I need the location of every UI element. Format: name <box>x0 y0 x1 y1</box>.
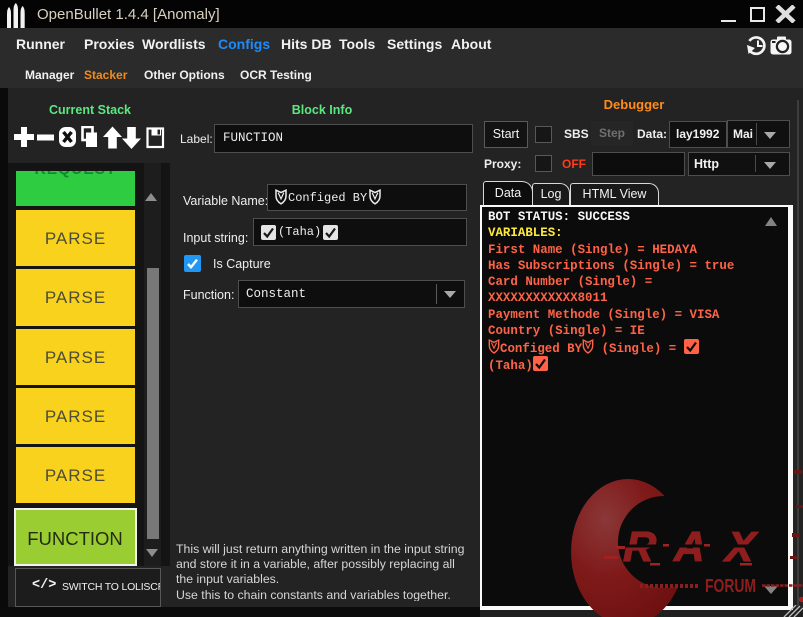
svg-text:FORUM: FORUM <box>705 576 756 596</box>
